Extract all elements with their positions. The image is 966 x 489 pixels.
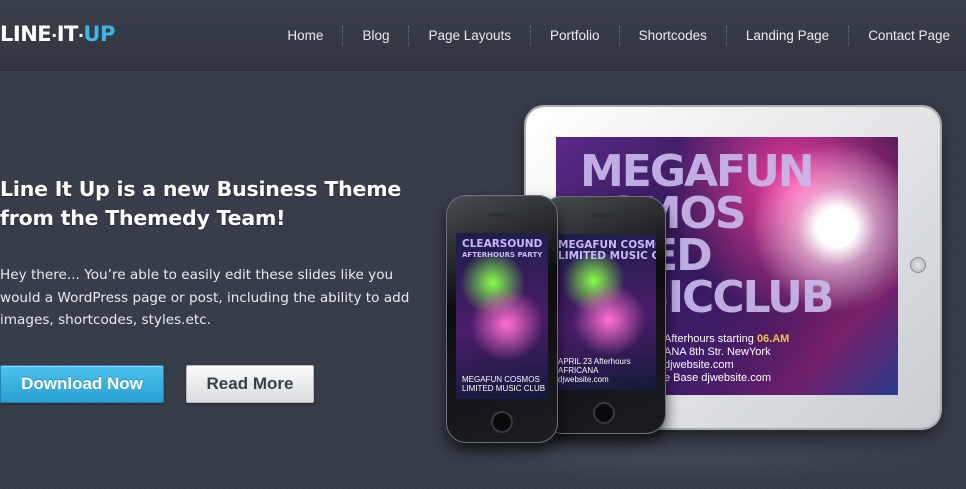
- hero-description-line: Hey there... You’re able to easily edit …: [0, 267, 394, 283]
- hero-headline-line: Line It Up is a new Business Theme: [0, 177, 402, 201]
- tablet-info-text: djwebsite.com: [664, 359, 734, 371]
- device-showcase-image: MEGAFUN SMOS TED SICCLUB Afterhours star…: [420, 100, 966, 489]
- logo-word-it: IT: [56, 22, 79, 46]
- phone-home-button: [593, 402, 615, 424]
- phone-poster-title-line: LIMITED MUSIC CLUB: [558, 250, 656, 262]
- phone-screen: MEGAFUN COSMOS LIMITED MUSIC CLUB APRIL …: [552, 234, 656, 390]
- phone-poster-info: APRIL 23 Afterhours AFRICANA djwebsite.c…: [558, 357, 631, 384]
- phone-screen: CLEARSOUND AFTERHOURS PARTY MEGAFUN COSM…: [456, 233, 548, 399]
- logo-word-line: LINE: [0, 22, 52, 46]
- hero-headline-line: from the Themedy Team!: [0, 206, 286, 230]
- nav-portfolio[interactable]: Portfolio: [531, 26, 619, 46]
- nav-home[interactable]: Home: [268, 26, 342, 46]
- tablet-info-time: 06.AM: [756, 333, 790, 345]
- hero-description-line: would a WordPress page or post, includin…: [0, 289, 410, 306]
- nav-shortcodes[interactable]: Shortcodes: [620, 26, 726, 46]
- phone-device-left: CLEARSOUND AFTERHOURS PARTY MEGAFUN COSM…: [446, 195, 558, 443]
- phone-poster-title: MEGAFUN COSMOS LIMITED MUSIC CLUB: [558, 240, 656, 262]
- nav-landing-page[interactable]: Landing Page: [727, 26, 848, 46]
- phone-poster-info-line: LIMITED MUSIC CLUB: [462, 384, 546, 393]
- phone-poster-title-line: CLEARSOUND: [462, 238, 543, 250]
- phone-speaker: [489, 213, 515, 217]
- nav-contact-page[interactable]: Contact Page: [849, 26, 950, 46]
- tablet-info-text: Afterhours starting: [664, 333, 754, 345]
- phone-poster-info: MEGAFUN COSMOS LIMITED MUSIC CLUB: [462, 375, 545, 393]
- phone-speaker: [591, 214, 617, 218]
- tablet-home-button: [910, 257, 926, 273]
- download-now-button[interactable]: Download Now: [0, 365, 164, 403]
- phone-poster-info-line: MEGAFUN COSMOS: [462, 375, 540, 384]
- device-reflection: [440, 440, 940, 480]
- tablet-info-text: ANA 8th Str. NewYork: [664, 346, 771, 358]
- phone-home-button: [491, 411, 513, 433]
- nav-page-layouts[interactable]: Page Layouts: [409, 26, 530, 46]
- site-header: LINE·IT·UP Home Blog Page Layouts Portfo…: [0, 0, 966, 71]
- tablet-poster-info: Afterhours starting 06.AM ANA 8th Str. N…: [664, 333, 789, 385]
- phone-device-right: MEGAFUN COSMOS LIMITED MUSIC CLUB APRIL …: [542, 196, 666, 434]
- phone-poster-info-line: APRIL 23 Afterhours: [558, 357, 631, 366]
- phone-poster-info-line: djwebsite.com: [558, 375, 609, 384]
- read-more-button[interactable]: Read More: [186, 365, 314, 403]
- hero-description-line: images, shortcodes, styles.etc.: [0, 312, 211, 328]
- hero-headline: Line It Up is a new Business Theme from …: [0, 175, 420, 233]
- hero-description: Hey there... You’re able to easily edit …: [0, 264, 420, 332]
- phone-poster-title-line: AFTERHOURS PARTY: [462, 251, 543, 259]
- logo-word-up: UP: [83, 22, 115, 46]
- phone-poster-info-line: AFRICANA: [558, 366, 599, 375]
- nav-blog[interactable]: Blog: [343, 26, 408, 46]
- main-nav: Home Blog Page Layouts Portfolio Shortco…: [268, 26, 950, 46]
- phone-poster-title: CLEARSOUND AFTERHOURS PARTY: [462, 239, 542, 261]
- tablet-poster-title-line: MEGAFUN: [580, 146, 815, 197]
- logo[interactable]: LINE·IT·UP: [0, 22, 115, 46]
- tablet-info-text: e Base djwebsite.com: [664, 372, 771, 384]
